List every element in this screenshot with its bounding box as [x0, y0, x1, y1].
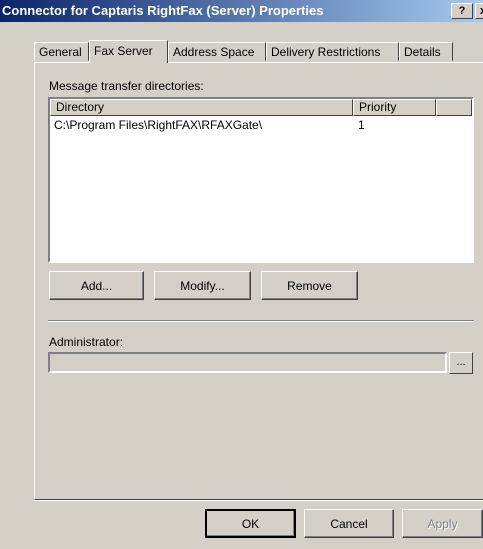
column-priority[interactable]: Priority	[353, 99, 436, 116]
tab-address-space[interactable]: Address Space	[168, 42, 266, 61]
mtd-label: Message transfer directories:	[49, 79, 204, 93]
help-button[interactable]: ?	[451, 3, 473, 19]
column-directory[interactable]: Directory	[50, 99, 353, 116]
tab-fax-server[interactable]: Fax Server	[89, 40, 168, 63]
title-bar[interactable]: Connector for Captaris RightFax (Server)…	[0, 0, 483, 22]
cancel-button[interactable]: Cancel	[304, 509, 394, 538]
tab-details[interactable]: Details	[399, 42, 453, 61]
window-title: Connector for Captaris RightFax (Server)…	[2, 3, 324, 18]
row-directory: C:\Program Files\RightFAX\RFAXGate\	[54, 118, 263, 132]
properties-dialog: Connector for Captaris RightFax (Server)…	[0, 0, 483, 549]
row-priority: 1	[358, 118, 365, 132]
separator	[48, 320, 474, 322]
modify-button[interactable]: Modify...	[154, 271, 251, 300]
directory-list[interactable]: Directory Priority C:\Program Files\Righ…	[48, 97, 474, 263]
tab-general[interactable]: General	[34, 42, 89, 61]
list-header: Directory Priority	[50, 99, 472, 116]
administrator-label: Administrator:	[49, 335, 124, 349]
add-button[interactable]: Add...	[49, 271, 144, 300]
panel-bottom-edge	[34, 500, 483, 501]
administrator-field[interactable]	[48, 352, 447, 373]
column-filler	[436, 99, 472, 116]
ok-button[interactable]: OK	[205, 509, 296, 538]
list-item[interactable]: C:\Program Files\RightFAX\RFAXGate\ 1	[50, 117, 472, 133]
browse-button[interactable]: ...	[449, 352, 473, 374]
apply-button[interactable]: Apply	[402, 509, 483, 538]
close-button[interactable]: x	[475, 3, 483, 19]
tab-delivery-restrictions[interactable]: Delivery Restrictions	[266, 42, 399, 61]
remove-button[interactable]: Remove	[261, 271, 358, 300]
